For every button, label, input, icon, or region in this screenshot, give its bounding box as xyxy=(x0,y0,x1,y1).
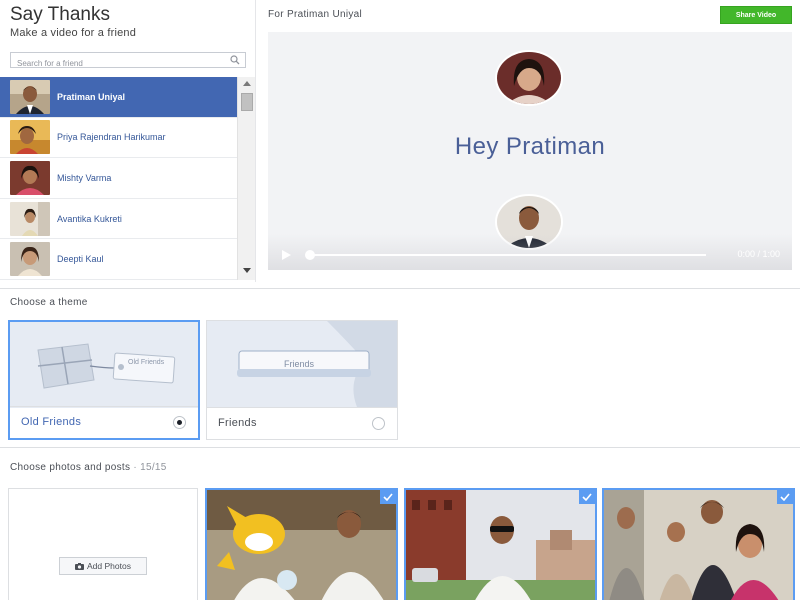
scroll-down-icon[interactable] xyxy=(243,268,251,273)
selected-check-icon[interactable] xyxy=(579,490,595,504)
theme-radio-selected[interactable] xyxy=(173,416,186,429)
video-preview-panel: For Pratiman Uniyal Share Video Hey Prat… xyxy=(256,0,800,282)
scroll-up-icon[interactable] xyxy=(243,81,251,86)
search-icon[interactable] xyxy=(230,55,240,65)
camera-icon xyxy=(75,562,85,570)
friend-item-priya-rajendran-harikumar[interactable]: Priya Rajendran Harikumar xyxy=(0,118,237,159)
friend-name: Priya Rajendran Harikumar xyxy=(57,132,166,143)
friend-item-pratiman-uniyal[interactable]: Pratiman Uniyal xyxy=(0,77,237,118)
theme-card-friends[interactable]: Friends Friends xyxy=(206,320,398,440)
theme-footer: Friends xyxy=(207,407,397,439)
say-thanks-page: Say Thanks Make a video for a friend Sea… xyxy=(0,0,800,600)
theme-section: Choose a theme Old Friends Old Friends F… xyxy=(0,288,800,443)
search-input[interactable] xyxy=(11,56,221,71)
page-title: Say Thanks xyxy=(10,4,110,25)
photos-section: Choose photos and posts · 15/15 Add Phot… xyxy=(0,447,800,600)
photos-count: · 15/15 xyxy=(133,462,167,473)
friend-list-scrollbar[interactable] xyxy=(237,77,255,280)
recipient-avatar xyxy=(495,50,563,106)
friend-name: Deepti Kaul xyxy=(57,254,104,265)
video-controls: 0:00 / 1:00 xyxy=(268,234,792,270)
video-time: 0:00 / 1:00 xyxy=(737,249,780,259)
progress-track[interactable] xyxy=(308,254,706,256)
theme-name: Old Friends xyxy=(21,416,82,428)
theme-art-old-friends: Old Friends xyxy=(10,322,198,408)
friend-item-mishty-varma[interactable]: Mishty Varma xyxy=(0,158,237,199)
friend-name: Pratiman Uniyal xyxy=(57,91,126,102)
friend-item-avantika-kukreti[interactable]: Avantika Kukreti xyxy=(0,199,237,240)
scroll-thumb[interactable] xyxy=(241,93,253,111)
friend-list: Pratiman Uniyal Priya Rajendran Harikuma… xyxy=(0,77,237,280)
photos-label-text: Choose photos and posts xyxy=(10,462,131,473)
friend-name: Avantika Kukreti xyxy=(57,213,122,224)
video-player[interactable]: Hey Pratiman 0:00 / 1:00 xyxy=(268,32,792,270)
theme-card-old-friends[interactable]: Old Friends Old Friends xyxy=(8,320,200,440)
friend-avatar xyxy=(10,242,50,277)
add-photos-card: Add Photos xyxy=(8,488,198,600)
photo-tile-2[interactable] xyxy=(404,488,597,600)
friend-avatar xyxy=(10,120,50,155)
selected-check-icon[interactable] xyxy=(380,490,396,504)
page-subtitle: Make a video for a friend xyxy=(10,27,137,39)
selected-check-icon[interactable] xyxy=(777,490,793,504)
greeting-text: Hey Pratiman xyxy=(454,133,606,160)
friend-avatar xyxy=(10,201,50,236)
top-panel: Say Thanks Make a video for a friend Sea… xyxy=(0,0,800,282)
play-icon[interactable] xyxy=(282,250,291,260)
share-video-button[interactable]: Share Video xyxy=(720,6,792,24)
friend-item-deepti-kaul[interactable]: Deepti Kaul xyxy=(0,239,237,280)
search-box xyxy=(10,52,246,71)
theme-radio[interactable] xyxy=(372,417,385,430)
theme-art-friends: Friends xyxy=(207,321,397,407)
theme-footer: Old Friends xyxy=(10,406,198,438)
friend-picker: Say Thanks Make a video for a friend Sea… xyxy=(0,0,256,282)
theme-art-text: Friends xyxy=(284,359,315,369)
theme-name: Friends xyxy=(218,417,257,429)
friend-avatar xyxy=(10,79,50,114)
add-photos-button[interactable]: Add Photos xyxy=(59,557,147,575)
theme-section-label: Choose a theme xyxy=(10,297,88,308)
friend-name: Mishty Varma xyxy=(57,172,112,183)
recipient-label: For Pratiman Uniyal xyxy=(268,9,363,20)
progress-knob[interactable] xyxy=(305,250,315,260)
photo-tile-1[interactable] xyxy=(205,488,398,600)
photo-tile-3[interactable] xyxy=(602,488,795,600)
add-photos-label: Add Photos xyxy=(87,561,131,571)
photos-section-label: Choose photos and posts · 15/15 xyxy=(10,462,167,473)
theme-art-text: Old Friends xyxy=(128,359,165,366)
friend-avatar xyxy=(10,160,50,195)
